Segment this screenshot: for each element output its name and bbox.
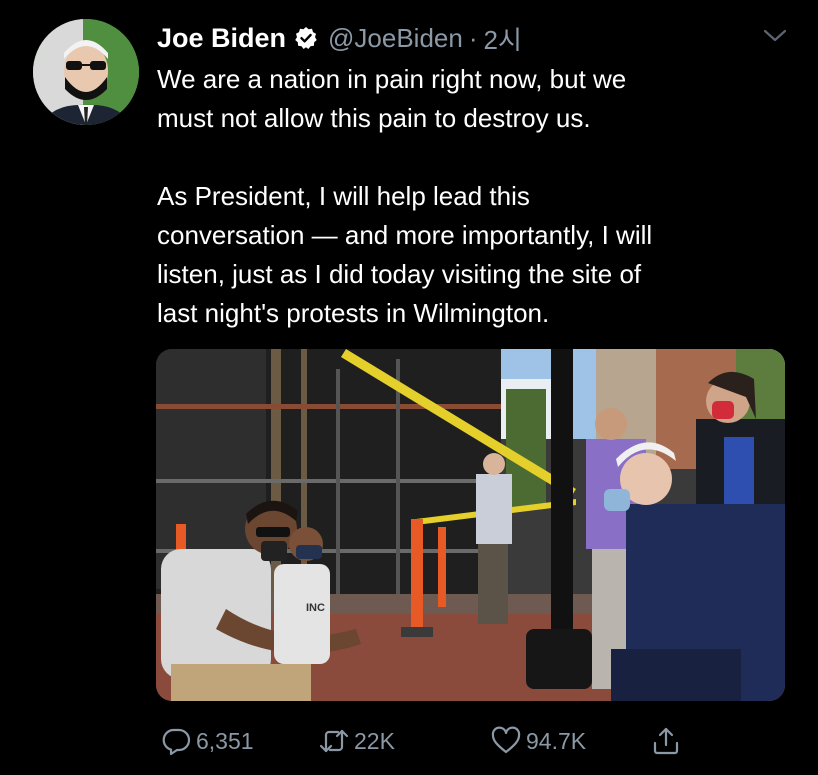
- tweet-timestamp[interactable]: 2시: [484, 20, 522, 57]
- like-button[interactable]: 94.7K: [490, 721, 586, 761]
- reply-count: 6,351: [196, 727, 254, 754]
- share-button[interactable]: [650, 721, 686, 761]
- share-icon: [653, 727, 679, 755]
- reply-icon: [162, 728, 191, 756]
- tweet-text: We are a nation in pain right now, but w…: [157, 60, 787, 333]
- avatar-image: [33, 19, 139, 125]
- verified-badge-icon: [294, 26, 318, 50]
- retweet-button[interactable]: 22K: [318, 721, 395, 761]
- retweet-icon: [319, 729, 349, 753]
- author-handle[interactable]: @JoeBiden: [328, 23, 463, 54]
- author-name[interactable]: Joe Biden: [157, 23, 286, 54]
- tweet-paragraph: As President, I will help lead this conv…: [157, 181, 653, 328]
- tweet-actions: 6,351 22K 94.7K: [0, 715, 818, 765]
- tweet[interactable]: Joe Biden @JoeBiden · 2시 We are a nation…: [0, 0, 818, 775]
- separator-dot: ·: [468, 22, 478, 53]
- photo-image: INC: [156, 349, 785, 701]
- tweet-header: Joe Biden @JoeBiden · 2시: [157, 18, 522, 58]
- avatar[interactable]: [33, 19, 139, 125]
- tweet-photo[interactable]: INC: [156, 349, 785, 701]
- shirt-text: INC: [306, 602, 325, 614]
- retweet-count: 22K: [354, 727, 395, 754]
- like-count: 94.7K: [526, 727, 587, 754]
- chevron-down-icon[interactable]: [762, 26, 788, 46]
- tweet-paragraph: We are a nation in pain right now, but w…: [157, 64, 627, 133]
- reply-button[interactable]: 6,351: [160, 721, 254, 761]
- like-icon: [491, 726, 521, 754]
